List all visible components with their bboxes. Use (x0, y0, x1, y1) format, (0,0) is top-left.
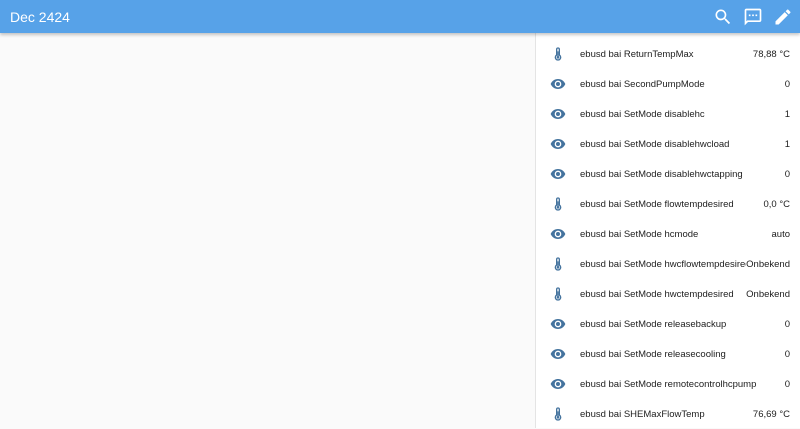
entity-name: ebusd bai SHEMaxFlowTemp (580, 409, 753, 420)
entity-row[interactable]: ebusd bai SetMode hwcflowtempdesired Onb… (536, 249, 800, 279)
entity-name: ebusd bai SetMode disablehc (580, 109, 785, 120)
thermometer-icon (536, 256, 580, 272)
entity-value: Onbekend (746, 289, 800, 300)
thermometer-icon (536, 406, 580, 422)
thermometer-icon (536, 46, 580, 62)
page-title: Dec 2424 (10, 7, 70, 27)
eye-icon (536, 136, 580, 152)
thermometer-icon (536, 286, 580, 302)
entity-row[interactable]: ebusd bai ReturnTempMax 78,88 °C (536, 39, 800, 69)
entity-value: 1 (785, 109, 800, 120)
thermometer-icon (536, 196, 580, 212)
eye-icon (536, 106, 580, 122)
entity-name: ebusd bai SetMode hwcflowtempdesired (580, 259, 746, 270)
entity-value: 1 (785, 139, 800, 150)
entity-value: 0 (785, 169, 800, 180)
entity-row[interactable]: ebusd bai SetMode disablehc 1 (536, 99, 800, 129)
entity-value: 0 (785, 319, 800, 330)
edit-button[interactable] (771, 5, 795, 29)
entity-row[interactable]: ebusd bai SetMode disablehwctapping 0 (536, 159, 800, 189)
entity-row[interactable]: ebusd bai SHEMaxFlowTemp 76,69 °C (536, 399, 800, 429)
entity-name: ebusd bai SetMode hwctempdesired (580, 289, 746, 300)
entity-row[interactable]: ebusd bai SetMode releasebackup 0 (536, 309, 800, 339)
entity-name: ebusd bai SetMode flowtempdesired (580, 199, 763, 210)
search-icon (713, 7, 733, 27)
entity-name: ebusd bai SetMode hcmode (580, 229, 772, 240)
eye-icon (536, 346, 580, 362)
search-button[interactable] (711, 5, 735, 29)
message-button[interactable] (741, 5, 765, 29)
entity-row[interactable]: ebusd bai SetMode remotecontrolhcpump 0 (536, 369, 800, 399)
eye-icon (536, 376, 580, 392)
entity-value: 0 (785, 379, 800, 390)
eye-icon (536, 76, 580, 92)
entity-row[interactable]: ebusd bai SecondPumpMode 0 (536, 69, 800, 99)
entity-value: 76,69 °C (753, 409, 800, 420)
entity-name: ebusd bai SetMode releasecooling (580, 349, 785, 360)
entity-value: Onbekend (746, 259, 800, 270)
pencil-icon (773, 7, 793, 27)
entity-row[interactable]: ebusd bai SetMode flowtempdesired 0,0 °C (536, 189, 800, 219)
entity-row[interactable]: ebusd bai SetMode releasecooling 0 (536, 339, 800, 369)
entity-name: ebusd bai SetMode releasebackup (580, 319, 785, 330)
entity-name: ebusd bai SecondPumpMode (580, 79, 785, 90)
eye-icon (536, 226, 580, 242)
message-icon (743, 7, 763, 27)
entity-name: ebusd bai ReturnTempMax (580, 49, 753, 60)
entity-value: 0,0 °C (763, 199, 800, 210)
entity-value: auto (772, 229, 800, 240)
eye-icon (536, 166, 580, 182)
entity-value: 0 (785, 79, 800, 90)
entity-row[interactable]: ebusd bai SetMode disablehwcload 1 (536, 129, 800, 159)
entity-name: ebusd bai SetMode disablehwcload (580, 139, 785, 150)
entity-value: 78,88 °C (753, 49, 800, 60)
top-app-bar: Dec 2424 (0, 0, 800, 33)
entity-row[interactable]: ebusd bai SetMode hwctempdesired Onbeken… (536, 279, 800, 309)
entity-row[interactable]: ebusd bai SetMode hcmode auto (536, 219, 800, 249)
entity-value: 0 (785, 349, 800, 360)
eye-icon (536, 316, 580, 332)
entities-card: ebusd bai ReturnTempMax 78,88 °C ebusd b… (535, 33, 800, 428)
entity-name: ebusd bai SetMode remotecontrolhcpump (580, 379, 785, 390)
entity-name: ebusd bai SetMode disablehwctapping (580, 169, 785, 180)
